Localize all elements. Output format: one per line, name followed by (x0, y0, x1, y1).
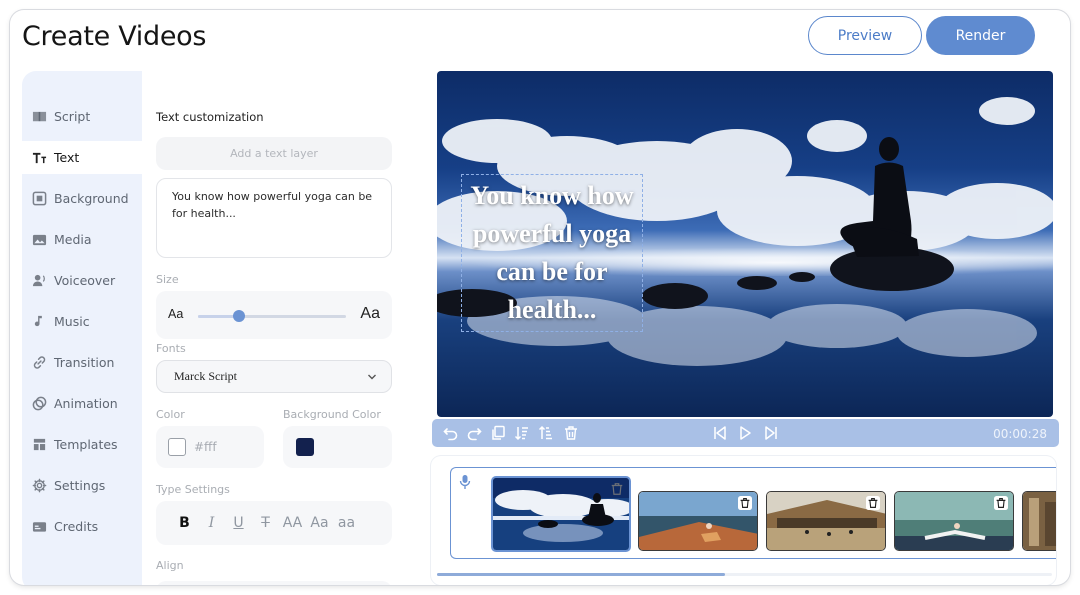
sidebar-nav: Script Text Background Media Voiceover M… (22, 71, 142, 585)
section-title: Text customization (156, 110, 264, 124)
trash-icon[interactable] (563, 425, 579, 441)
background-color-label: Background Color (283, 408, 381, 421)
play-icon[interactable] (737, 425, 753, 441)
fonts-label: Fonts (156, 342, 186, 355)
timeline-clip[interactable] (491, 476, 631, 552)
align-toolbar (156, 581, 392, 585)
delete-clip-icon[interactable] (994, 496, 1008, 510)
preview-button[interactable]: Preview (808, 16, 922, 55)
sidebar-item-label: Media (54, 232, 92, 247)
sidebar-item-background[interactable]: Background (22, 182, 142, 215)
bold-button[interactable]: B (171, 515, 198, 531)
voiceover-icon (32, 274, 45, 287)
sidebar-item-script[interactable]: Script (22, 100, 142, 133)
gear-icon (32, 478, 47, 493)
playback-time: 00:00:28 (993, 427, 1047, 441)
music-note-icon (34, 315, 42, 327)
text-color-picker[interactable]: #fff (156, 426, 264, 468)
app-window: Create Videos Preview Render Script Text… (10, 10, 1070, 585)
timeline-scrollbar-thumb[interactable] (437, 573, 725, 576)
align-label: Align (156, 559, 184, 572)
timeline-clip[interactable] (894, 491, 1014, 551)
sidebar-item-label: Script (54, 109, 91, 124)
book-icon (32, 111, 47, 122)
size-control: Aa Aa (156, 291, 392, 339)
type-settings-label: Type Settings (156, 483, 230, 496)
type-settings-toolbar: B I U T AA Aa aa (156, 501, 392, 545)
sidebar-item-voiceover[interactable]: Voiceover (22, 264, 142, 297)
sidebar-item-text[interactable]: Text (22, 141, 142, 174)
sidebar-item-credits[interactable]: Credits (22, 510, 142, 543)
media-icon (32, 234, 47, 246)
background-color-picker[interactable] (283, 426, 392, 468)
left-panel: Script Text Background Media Voiceover M… (22, 71, 406, 585)
uppercase-button[interactable]: AA (279, 515, 306, 531)
size-slider-handle[interactable] (233, 310, 246, 322)
italic-button[interactable]: I (198, 515, 225, 531)
sidebar-item-label: Animation (54, 396, 118, 411)
sidebar-item-label: Background (54, 191, 129, 206)
sidebar-item-label: Text (54, 150, 80, 165)
bring-forward-icon[interactable] (514, 425, 530, 441)
timeline (431, 456, 1056, 585)
microphone-icon[interactable] (459, 474, 471, 490)
lowercase-button[interactable]: aa (333, 515, 360, 531)
text-color-swatch[interactable] (168, 438, 186, 456)
sidebar-item-transition[interactable]: Transition (22, 346, 142, 379)
delete-clip-icon[interactable] (738, 496, 752, 510)
size-large-label: Aa (360, 305, 380, 322)
strikethrough-button[interactable]: T (252, 515, 279, 531)
sidebar-item-animation[interactable]: Animation (22, 387, 142, 420)
sidebar-item-label: Transition (54, 355, 115, 370)
templates-icon (33, 438, 46, 451)
credits-icon (32, 522, 47, 532)
text-color-value[interactable]: #fff (194, 440, 217, 454)
size-slider-track[interactable] (198, 315, 346, 318)
clip-thumbnail (1023, 492, 1056, 550)
duplicate-icon[interactable] (490, 425, 506, 441)
animation-icon (32, 396, 47, 411)
timeline-clip[interactable] (766, 491, 886, 551)
sidebar-item-label: Credits (54, 519, 99, 534)
sidebar-item-settings[interactable]: Settings (22, 469, 142, 502)
page-title: Create Videos (22, 21, 207, 52)
chevron-down-icon (368, 374, 376, 380)
undo-icon[interactable] (443, 425, 459, 441)
skip-forward-icon[interactable] (763, 425, 779, 441)
sidebar-item-label: Music (54, 314, 90, 329)
add-text-layer-button[interactable]: Add a text layer (156, 137, 392, 170)
background-icon (32, 191, 47, 206)
redo-icon[interactable] (466, 425, 482, 441)
timeline-clip[interactable] (638, 491, 758, 551)
text-editor-panel: Text customization Add a text layer You … (142, 71, 406, 585)
background-color-swatch[interactable] (296, 438, 314, 456)
sidebar-item-media[interactable]: Media (22, 223, 142, 256)
video-preview[interactable]: You know how powerful yoga can be for he… (437, 71, 1053, 417)
render-button[interactable]: Render (926, 16, 1035, 55)
font-select[interactable]: Marck Script (156, 360, 392, 393)
timeline-track[interactable] (450, 467, 1056, 559)
text-content-field[interactable]: You know how powerful yoga can be for he… (156, 178, 392, 258)
sidebar-item-label: Templates (54, 437, 118, 452)
sidebar-item-label: Voiceover (54, 273, 116, 288)
text-layer-overlay[interactable]: You know how powerful yoga can be for he… (461, 174, 643, 332)
size-small-label: Aa (168, 307, 184, 321)
underline-button[interactable]: U (225, 515, 252, 531)
link-icon (33, 356, 46, 369)
skip-back-icon[interactable] (712, 425, 728, 441)
text-icon (32, 152, 47, 164)
delete-clip-icon[interactable] (610, 482, 624, 496)
send-backward-icon[interactable] (538, 425, 554, 441)
sidebar-item-music[interactable]: Music (22, 305, 142, 338)
delete-clip-icon[interactable] (866, 496, 880, 510)
color-label: Color (156, 408, 185, 421)
size-label: Size (156, 273, 179, 286)
sidebar-item-label: Settings (54, 478, 106, 493)
sidebar-item-templates[interactable]: Templates (22, 428, 142, 461)
capitalize-button[interactable]: Aa (306, 515, 333, 531)
font-select-value: Marck Script (174, 369, 237, 383)
timeline-clip[interactable] (1022, 491, 1056, 551)
playback-controls: 00:00:28 (432, 419, 1059, 447)
